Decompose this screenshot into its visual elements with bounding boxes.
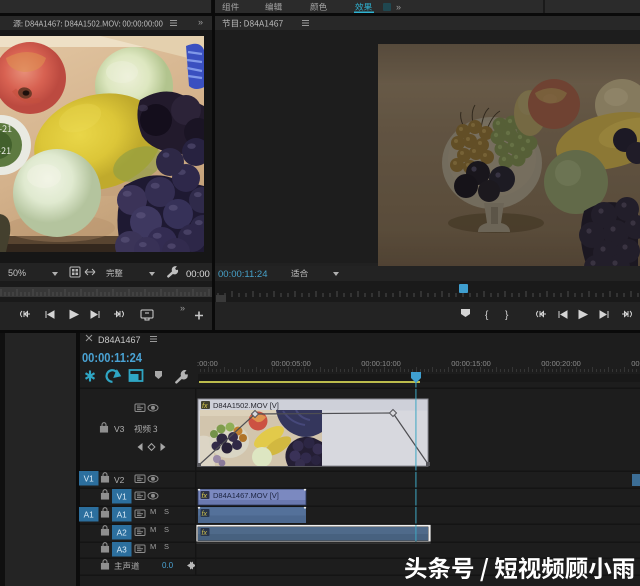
svg-text:00:00:11:24: 00:00:11:24 bbox=[218, 269, 267, 280]
svg-text:00:00:05:00: 00:00:05:00 bbox=[271, 359, 311, 368]
svg-text:00:00:20:00: 00:00:20:00 bbox=[541, 359, 581, 368]
svg-text:fx: fx bbox=[202, 530, 208, 537]
svg-text:fx: fx bbox=[202, 493, 208, 500]
svg-text::00:00: :00:00 bbox=[197, 359, 218, 368]
svg-text:00:00:10:00: 00:00:10:00 bbox=[361, 359, 401, 368]
svg-text:»: » bbox=[198, 17, 203, 27]
svg-text:S: S bbox=[164, 525, 169, 534]
svg-text:V2: V2 bbox=[114, 475, 125, 485]
svg-text:S: S bbox=[164, 507, 169, 516]
svg-text:00:00:15:00: 00:00:15:00 bbox=[451, 359, 491, 368]
svg-text:fx: fx bbox=[202, 511, 208, 518]
svg-text:A1: A1 bbox=[84, 510, 95, 520]
svg-text:D84A1467.MOV [V]: D84A1467.MOV [V] bbox=[213, 491, 279, 500]
svg-text:D84A1502.MOV [V]: D84A1502.MOV [V] bbox=[213, 401, 279, 410]
svg-text:50%: 50% bbox=[8, 268, 26, 278]
svg-text:»: » bbox=[396, 2, 401, 12]
svg-text:M: M bbox=[150, 507, 156, 516]
svg-text:D84A1467: D84A1467 bbox=[98, 335, 141, 345]
svg-text:V1: V1 bbox=[117, 492, 128, 502]
svg-text:0.0: 0.0 bbox=[162, 561, 174, 570]
svg-text:fx: fx bbox=[202, 403, 208, 410]
svg-text:S: S bbox=[164, 542, 169, 551]
svg-text:00:00:11:24: 00:00:11:24 bbox=[82, 351, 142, 365]
svg-text:»: » bbox=[180, 303, 185, 313]
svg-text:V1: V1 bbox=[84, 474, 95, 484]
svg-text:00:00:25:00: 00:00:25:00 bbox=[631, 359, 640, 368]
svg-text:M: M bbox=[150, 525, 156, 534]
svg-text:00:00: 00:00 bbox=[186, 269, 210, 280]
svg-text:M: M bbox=[150, 542, 156, 551]
svg-text:A3: A3 bbox=[117, 545, 128, 555]
svg-text:A2: A2 bbox=[117, 528, 128, 538]
svg-text:A1: A1 bbox=[117, 510, 128, 520]
svg-text:V3: V3 bbox=[114, 424, 125, 434]
